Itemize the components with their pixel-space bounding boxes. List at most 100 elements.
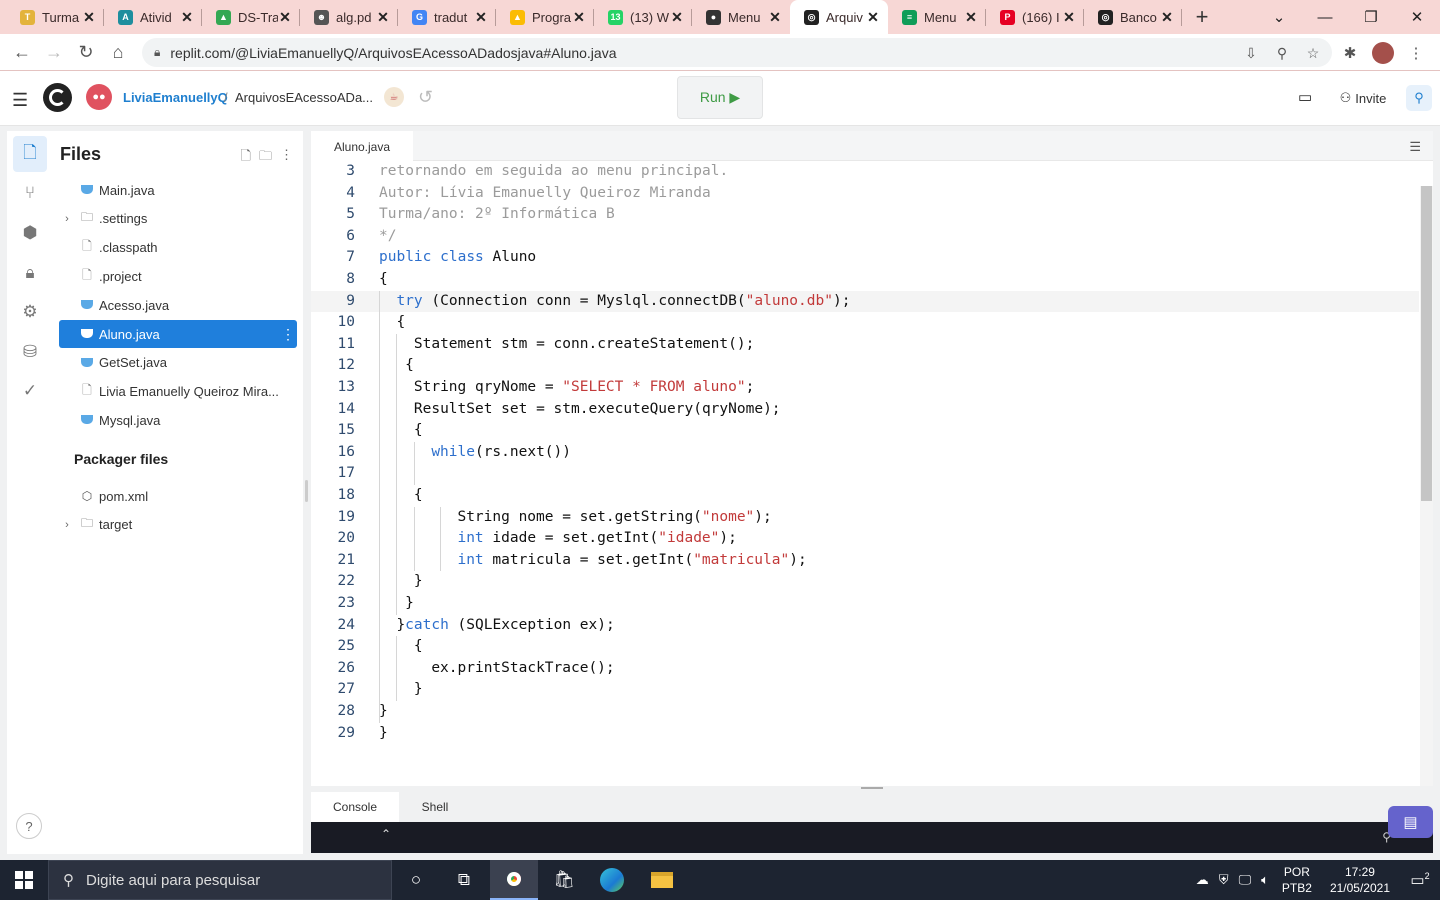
onedrive-cloud-icon[interactable]: ☁ (1196, 872, 1209, 888)
console-collapse-icon[interactable]: ⌃ (381, 827, 391, 841)
cortana-icon[interactable]: ○ (392, 860, 440, 900)
close-tab-icon[interactable]: ✕ (180, 9, 194, 26)
database-icon[interactable]: ⛁ (15, 337, 45, 367)
editor-scrollbar[interactable] (1420, 186, 1433, 786)
folder-item[interactable]: › 🗀︎ .settings (59, 205, 297, 233)
home-button[interactable]: ⌂ (102, 36, 134, 68)
browser-tab[interactable]: T Turma ✕ (6, 0, 104, 34)
windows-start-icon[interactable] (0, 860, 48, 900)
browser-tab[interactable]: Gtradut ✕ (398, 0, 496, 34)
repl-name[interactable]: ArquivosEAcessoADa... (235, 90, 373, 105)
chat-icon[interactable]: ▭ (1298, 88, 1312, 106)
new-folder-icon[interactable]: 🗀︎ (259, 147, 272, 169)
folder-item[interactable]: › 🗀︎ target (59, 511, 297, 539)
browser-tab[interactable]: 13 (13) W ✕ (594, 0, 692, 34)
file-item[interactable]: 🗋︎ .classpath (59, 234, 297, 262)
bookmark-star-icon[interactable]: ☆ (1302, 42, 1324, 64)
tab-search-icon[interactable]: ⌄ (1256, 0, 1302, 34)
file-item[interactable]: Mysql.java (59, 406, 297, 434)
browser-tab[interactable]: ◎ Banco ✕ (1084, 0, 1182, 34)
profile-avatar[interactable] (1372, 42, 1394, 64)
close-tab-icon[interactable]: ✕ (278, 9, 292, 26)
browser-tab[interactable]: ▲ DS-Tra ✕ (202, 0, 300, 34)
task-view-icon[interactable]: ⧉ (440, 860, 488, 900)
browser-tab[interactable]: P (166) I ✕ (986, 0, 1084, 34)
taskbar-search[interactable]: ⚲ Digite aqui para pesquisar (48, 860, 392, 900)
close-tab-icon[interactable]: ✕ (670, 9, 684, 26)
close-tab-icon[interactable]: ✕ (768, 9, 782, 26)
browser-tab[interactable]: ◎ Arquiv ✕ (790, 0, 888, 34)
file-item[interactable]: Aluno.java ⋮ (59, 320, 297, 348)
history-icon[interactable]: ↺ (418, 87, 433, 108)
run-button[interactable]: Run ▶ (677, 76, 763, 119)
minimize-button[interactable]: — (1302, 0, 1348, 34)
maximize-button[interactable]: ❐ (1348, 0, 1394, 34)
notifications-icon[interactable]: ▭2 (1400, 871, 1440, 889)
close-tab-icon[interactable]: ✕ (474, 9, 488, 26)
network-icon[interactable]: 🖵︎ (1239, 872, 1252, 888)
file-item[interactable]: 🗋︎ .project (59, 262, 297, 290)
browser-tab[interactable]: ≡ Menu ✕ (888, 0, 986, 34)
browser-menu-icon[interactable]: ⋮ (1400, 37, 1432, 69)
packages-icon[interactable]: ⬢ (15, 218, 45, 248)
zoom-icon[interactable]: ⚲ (1271, 42, 1293, 64)
browser-tab[interactable]: A Ativid ✕ (104, 0, 202, 34)
feedback-chat-icon[interactable]: ▤ (1388, 806, 1433, 838)
chrome-icon[interactable] (490, 860, 538, 900)
help-icon[interactable]: ? (16, 813, 42, 839)
version-control-icon[interactable]: ⑂ (15, 178, 45, 208)
tab-console[interactable]: Console (311, 792, 399, 822)
pane-options-icon[interactable]: ☰ (1409, 139, 1421, 155)
microsoft-store-icon[interactable]: 🛍︎ (540, 860, 588, 900)
files-icon[interactable]: 🗋︎ (13, 136, 47, 172)
edge-icon[interactable] (588, 860, 636, 900)
install-icon[interactable]: ⇩ (1240, 42, 1262, 64)
close-tab-icon[interactable]: ✕ (572, 9, 586, 26)
code-area[interactable]: 3 retornando em seguida ao menu principal… (311, 161, 1419, 786)
address-bar[interactable]: 🔒︎ replit.com/@LiviaEmanuellyQ/ArquivosE… (142, 38, 1332, 67)
console-output[interactable]: ⌃ ⚲ (311, 822, 1433, 853)
notification-count: 2 (1424, 871, 1430, 881)
forward-button[interactable]: → (38, 36, 70, 68)
close-window-button[interactable]: ✕ (1394, 0, 1440, 34)
close-tab-icon[interactable]: ✕ (376, 9, 390, 26)
close-tab-icon[interactable]: ✕ (866, 9, 880, 26)
more-options-icon[interactable]: ⋮ (280, 147, 293, 169)
unit-tests-check-icon[interactable]: ✓ (15, 376, 45, 406)
sidebar-resize-handle[interactable] (305, 480, 308, 502)
browser-tab[interactable]: ● Menu ✕ (692, 0, 790, 34)
invite-button[interactable]: ⚇ Invite (1330, 83, 1396, 113)
user-avatar[interactable]: ●● (86, 84, 112, 110)
back-button[interactable]: ← (6, 36, 38, 68)
tab-shell[interactable]: Shell (399, 792, 471, 822)
extensions-icon[interactable]: ✱ (1334, 37, 1366, 69)
clock[interactable]: 17:29 21/05/2021 (1330, 864, 1390, 896)
close-tab-icon[interactable]: ✕ (1160, 9, 1174, 26)
file-options-icon[interactable]: ⋮ (279, 326, 297, 343)
username-link[interactable]: LiviaEmanuellyQ (123, 90, 228, 105)
scrollbar-thumb[interactable] (1421, 186, 1432, 501)
browser-tab[interactable]: ☻ alg.pd ✕ (300, 0, 398, 34)
editor-tab-aluno[interactable]: Aluno.java (311, 131, 413, 162)
file-item[interactable]: Main.java (59, 176, 297, 204)
file-item[interactable]: GetSet.java (59, 349, 297, 377)
new-tab-button[interactable]: + (1182, 0, 1222, 34)
file-item[interactable]: Acesso.java (59, 291, 297, 319)
reload-button[interactable]: ↻ (70, 36, 102, 68)
browser-tab[interactable]: ▲ Progra ✕ (496, 0, 594, 34)
hamburger-menu-icon[interactable]: ☰ (12, 90, 28, 111)
file-explorer-icon[interactable] (638, 860, 686, 900)
file-item[interactable]: 🗋︎ Livia Emanuelly Queiroz Mira... (59, 378, 297, 406)
close-tab-icon[interactable]: ✕ (964, 9, 978, 26)
volume-icon[interactable]: 🔈︎ (1261, 872, 1269, 888)
security-shield-icon[interactable]: ⛨ (1219, 872, 1229, 888)
close-tab-icon[interactable]: ✕ (82, 9, 96, 26)
replit-logo[interactable] (43, 83, 72, 112)
input-language[interactable]: POR PTB2 (1282, 864, 1312, 896)
settings-gear-icon[interactable]: ⚙ (15, 297, 45, 327)
file-item[interactable]: ⬡ pom.xml (59, 482, 297, 510)
search-icon[interactable]: ⚲ (1406, 85, 1432, 111)
new-file-icon[interactable]: 🗋︎ (241, 147, 251, 169)
close-tab-icon[interactable]: ✕ (1062, 9, 1076, 26)
secrets-lock-icon[interactable]: 🔒︎ (15, 258, 45, 288)
